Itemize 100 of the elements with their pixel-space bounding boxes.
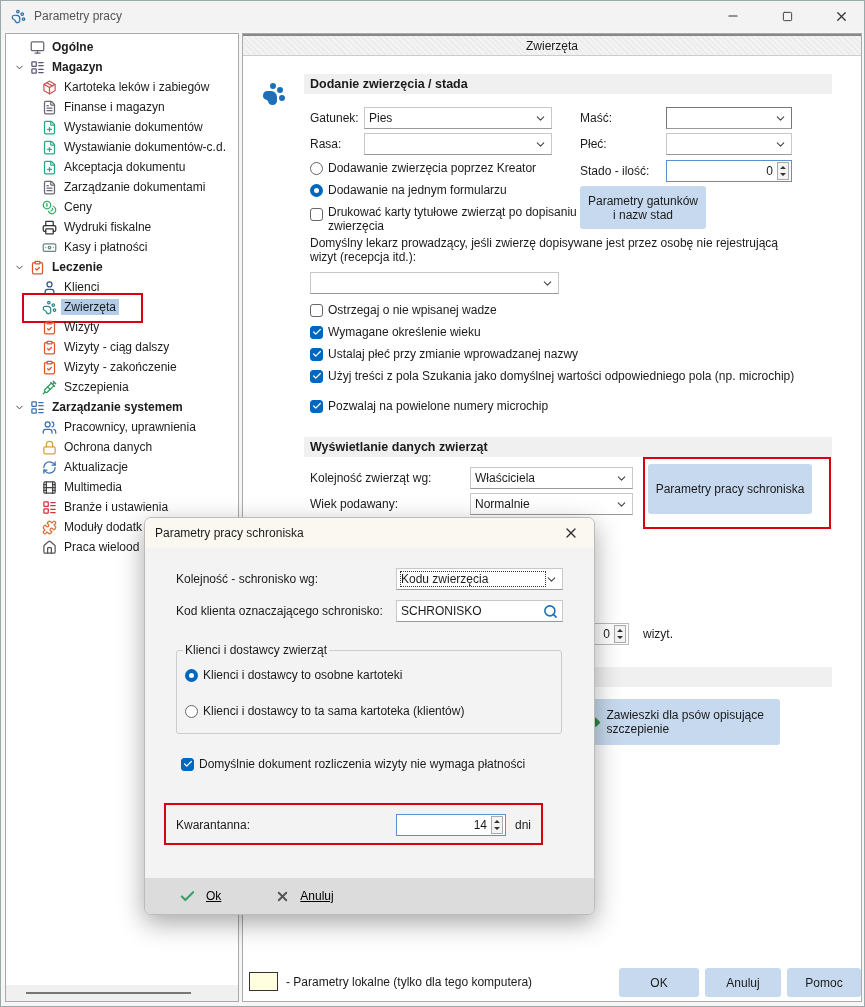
check-icon xyxy=(311,371,322,381)
window-title: Parametry pracy xyxy=(34,9,124,23)
checkbox[interactable] xyxy=(310,303,323,317)
dialog-button[interactable]: Anuluj xyxy=(705,968,781,997)
document-plus-icon xyxy=(42,119,57,135)
spinner-icon[interactable] xyxy=(614,625,626,643)
checkbox[interactable] xyxy=(181,757,194,771)
field-label: Płeć: xyxy=(580,137,608,151)
search-field[interactable]: SCHRONISKO xyxy=(396,600,563,622)
checkbox-label: Pozwalaj na powielone numery microchip xyxy=(328,399,549,413)
search-icon[interactable] xyxy=(543,603,558,619)
tree-item[interactable]: Zwierzęta xyxy=(61,299,119,315)
tree-item[interactable]: Pracownicy, uprawnienia xyxy=(61,419,199,435)
dropdown[interactable]: Kodu zwierzęcia xyxy=(396,568,563,590)
clipboard-check-icon xyxy=(42,339,57,355)
dropdown[interactable]: Pies xyxy=(364,107,552,129)
checkbox[interactable] xyxy=(310,399,323,413)
field-label: Stado - ilość: xyxy=(580,164,651,178)
tree-item[interactable]: Magazyn xyxy=(49,59,106,75)
tree-item[interactable]: Finanse i magazyn xyxy=(61,99,168,115)
paw-icon xyxy=(42,299,57,315)
tree-item[interactable]: Wizyty - zakończenie xyxy=(61,359,180,375)
checkbox[interactable] xyxy=(310,208,323,221)
ok-button[interactable]: Ok xyxy=(177,885,224,907)
syringe-icon xyxy=(42,379,57,395)
document-plus-icon xyxy=(42,139,57,155)
check-icon xyxy=(182,759,193,769)
field-label: Domyślny lekarz prowadzący, jeśli zwierzę dopisywane jest przez osobę nie rejestrującą wizyt (recepcja itd.): xyxy=(310,236,779,264)
printer-icon xyxy=(42,219,57,235)
people-icon xyxy=(42,419,57,435)
spinner-icon[interactable] xyxy=(777,162,789,180)
tab[interactable]: Zwierzęta xyxy=(526,38,578,53)
number-field[interactable]: 0 xyxy=(666,160,792,182)
tree-item[interactable]: Kartoteka leków i zabiegów xyxy=(61,79,213,95)
shelter-parameters-button[interactable]: Parametry pracy schroniska xyxy=(648,464,812,514)
field-label: Kolejność - schronisko wg: xyxy=(176,572,320,586)
check-icon xyxy=(311,327,322,337)
dropdown[interactable] xyxy=(364,133,552,155)
unit-label: wizyt. xyxy=(643,627,673,641)
tree-item[interactable]: Klienci xyxy=(61,279,103,295)
field-label: Kod klienta oznaczającego schronisko: xyxy=(176,604,384,618)
checkbox[interactable] xyxy=(310,347,323,361)
tree-item[interactable]: Wystawianie dokumentów xyxy=(61,119,206,135)
section-header: Wyświetlanie danych zwierząt xyxy=(304,437,832,457)
tree-item[interactable]: Praca wielood xyxy=(61,539,143,555)
dropdown[interactable]: Właściciela xyxy=(470,467,633,489)
scrollbar-thumb[interactable] xyxy=(26,992,191,994)
radio-button[interactable] xyxy=(310,183,323,197)
tree-item[interactable]: Szczepienia xyxy=(61,379,132,395)
dropdown[interactable] xyxy=(666,107,792,129)
tree-item[interactable]: Aktualizacje xyxy=(61,459,132,475)
document-icon xyxy=(42,179,57,195)
radio-label: Dodawanie zwierzęcia poprzez Kreator xyxy=(328,161,537,175)
tree-item[interactable]: Wydruki fiskalne xyxy=(61,219,155,235)
dialog-button[interactable]: Pomoc xyxy=(787,968,861,997)
checkbox[interactable] xyxy=(310,325,323,339)
tree-item[interactable]: Kasy i płatności xyxy=(61,239,151,255)
radio-button[interactable] xyxy=(185,668,198,682)
tree-item[interactable]: Leczenie xyxy=(49,259,106,275)
dropdown[interactable] xyxy=(666,133,792,155)
dialog-button[interactable]: OK xyxy=(619,968,699,997)
maximize-icon xyxy=(781,10,793,22)
document-icon xyxy=(42,99,57,115)
list-icon xyxy=(30,399,45,415)
tree-item[interactable]: Zarządzanie dokumentami xyxy=(61,179,209,195)
tree-item[interactable]: Ceny xyxy=(61,199,95,215)
tree-item[interactable]: Moduły dodatk xyxy=(61,519,146,535)
tree-item[interactable]: Wystawianie dokumentów-c.d. xyxy=(61,139,229,155)
film-icon xyxy=(42,479,57,495)
tree-item[interactable]: Wizyty - ciąg dalszy xyxy=(61,339,173,355)
number-field[interactable]: 14 xyxy=(396,814,506,836)
dropdown[interactable]: Normalnie xyxy=(470,493,633,515)
checkbox-label: Ustalaj płeć przy zmianie wprowadzanej nazwy xyxy=(328,347,579,361)
dropdown[interactable] xyxy=(310,272,559,294)
refresh-icon xyxy=(42,459,57,475)
radio-label: Dodawanie na jednym formularzu xyxy=(328,183,507,197)
tree-item[interactable]: Ogólne xyxy=(49,39,97,55)
field-label: Kolejność zwierząt wg: xyxy=(310,471,433,485)
spinner-icon[interactable] xyxy=(491,816,503,834)
tree-item[interactable]: Akceptacja dokumentu xyxy=(61,159,189,175)
checkbox-label: Wymagane określenie wieku xyxy=(328,325,481,339)
paw-icon xyxy=(261,82,286,106)
checkbox-label: Użyj treści z pola Szukania jako domyślnej wartości odpowiedniego pola (np. microchip) xyxy=(328,369,795,383)
tree-item[interactable]: Branże i ustawienia xyxy=(61,499,172,515)
tree-item[interactable]: Wizyty xyxy=(61,319,103,335)
species-parameters-button[interactable]: Parametry gatunków i nazw stad xyxy=(580,186,706,229)
tree-item[interactable]: Zarządzanie systemem xyxy=(49,399,186,415)
radio-label: Klienci i dostawcy to ta sama kartoteka (klientów) xyxy=(203,704,465,718)
list-icon xyxy=(30,59,45,75)
check-icon xyxy=(311,401,322,411)
tree-item[interactable]: Ochrona danych xyxy=(61,439,156,455)
tree-item[interactable]: Multimedia xyxy=(61,479,126,495)
field-label: Rasa: xyxy=(310,137,343,151)
checkbox[interactable] xyxy=(310,369,323,383)
monitor-icon xyxy=(30,39,45,55)
radio-button[interactable] xyxy=(310,161,323,175)
cancel-button[interactable]: Anuluj xyxy=(273,886,336,906)
document-plus-icon xyxy=(42,159,57,175)
color-swatch xyxy=(249,972,278,991)
radio-button[interactable] xyxy=(185,704,198,718)
